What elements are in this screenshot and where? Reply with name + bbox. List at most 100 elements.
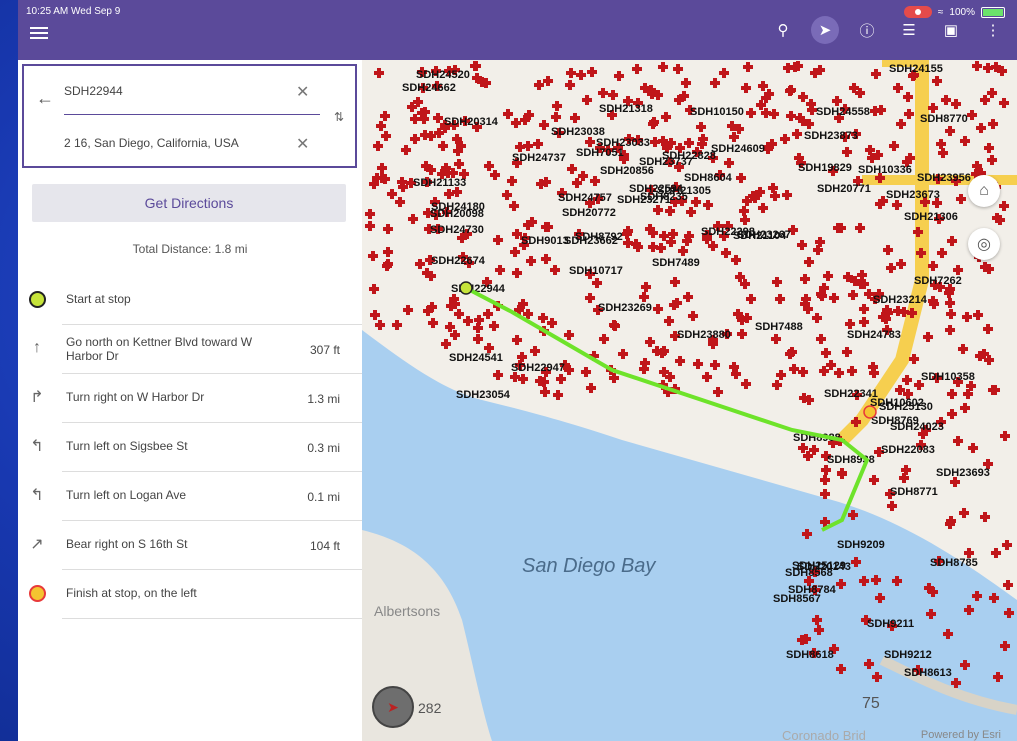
list-item[interactable]: Start at stop	[28, 276, 362, 325]
point-label: SDH8771	[890, 486, 938, 498]
point-label: SDH22947	[511, 362, 565, 374]
point-label: SDH24609	[711, 143, 765, 155]
camera-icon[interactable]: ▣	[937, 16, 965, 44]
point-label: SDH7262	[914, 275, 962, 287]
point-label: SDH24737	[512, 152, 566, 164]
point-label: SDH21133	[413, 177, 466, 189]
toolbar-actions: ⚲ ➤ ⓘ ☰ ▣ ⋮	[769, 16, 1007, 44]
turn-right-icon: ↱	[30, 389, 44, 406]
point-label: SDH9209	[837, 539, 885, 551]
bay-label: San Diego Bay	[522, 555, 656, 577]
finish-stop-icon	[28, 584, 46, 602]
list-item[interactable]: Finish at stop, on the left	[28, 570, 362, 619]
point-label: SDH20772	[562, 207, 616, 219]
point-label: SDH24520	[416, 69, 470, 81]
search-icon[interactable]: ⚲	[769, 16, 797, 44]
point-label: SDH8618	[786, 649, 834, 661]
point-label: SDH23693	[936, 467, 990, 479]
scale-value: 75	[862, 695, 880, 712]
place-label: Albertsons	[374, 603, 440, 619]
total-distance: Total Distance: 1.8 mi	[132, 242, 248, 256]
point-label: SDH7489	[652, 257, 700, 269]
back-arrow-icon[interactable]: ←	[36, 88, 54, 109]
origin-field[interactable]: SDH22944	[64, 84, 123, 98]
point-label: SDH8613	[904, 667, 952, 679]
attribution-text: Powered by Esri	[920, 729, 1001, 741]
point-label: SDH20771	[817, 183, 871, 195]
step-distance: 104 ft	[309, 539, 340, 553]
point-label: SDH9212	[884, 649, 932, 661]
point-label: SDH21305	[657, 185, 711, 197]
point-label: SDH10336	[858, 164, 912, 176]
point-label: SDH24783	[847, 329, 901, 341]
point-label: SDH19829	[798, 162, 852, 174]
clear-origin-icon[interactable]: ✕	[296, 82, 309, 102]
directions-panel: ← SDH22944 ✕ ⇅ 2 16, San Diego, Californ…	[18, 60, 362, 741]
point-label: SDH8604	[684, 172, 733, 184]
point-label: SDH23038	[551, 126, 605, 138]
list-item[interactable]: ↗ Bear right on S 16th St 104 ft	[30, 521, 362, 570]
point-label: SDH20098	[430, 208, 484, 220]
point-label: SDH7488	[755, 321, 803, 333]
clear-destination-icon[interactable]: ✕	[296, 134, 309, 154]
point-label: SDH9211	[867, 618, 914, 630]
get-directions-button[interactable]: Get Directions	[32, 184, 346, 222]
finish-marker	[863, 405, 877, 419]
start-stop-icon	[28, 290, 46, 308]
point-label: SDH24541	[449, 352, 503, 364]
directions-icon[interactable]: ➤	[811, 16, 839, 44]
more-icon[interactable]: ⋮	[979, 16, 1007, 44]
route-input-box: ← SDH22944 ✕ ⇅ 2 16, San Diego, Californ…	[22, 64, 357, 168]
list-item[interactable]: ↑ Go north on Kettner Blvd toward W Harb…	[33, 325, 362, 374]
point-label: SDH23873	[804, 130, 858, 142]
home-icon[interactable]: ⌂	[968, 175, 1000, 207]
point-label: SDH8770	[920, 113, 968, 125]
point-label: SDH21318	[599, 103, 653, 115]
bear-right-icon: ↗	[30, 536, 44, 553]
layers-icon[interactable]: ☰	[895, 16, 923, 44]
step-distance: 1.3 mi	[307, 392, 340, 406]
turn-left-icon: ↰	[30, 438, 44, 455]
point-label: SDH10150	[690, 106, 744, 118]
point-label: SDH20314	[444, 116, 499, 128]
hamburger-menu-icon[interactable]	[30, 24, 48, 39]
point-label: SDH23269	[598, 302, 652, 314]
direction-steps: Start at stop ↑ Go north on Kettner Blvd…	[18, 276, 362, 619]
point-label: SDH23956	[917, 172, 971, 184]
point-label: SDH8784	[788, 584, 837, 596]
point-label: SDH22674	[431, 255, 486, 267]
point-label: SDH21306	[904, 211, 958, 223]
swap-icon[interactable]: ⇅	[334, 110, 344, 124]
status-time: 10:25 AM Wed Sep 9	[26, 6, 121, 17]
place-label: Coronado Brid	[782, 728, 866, 741]
point-label: SDH10358	[921, 371, 975, 383]
start-marker	[459, 281, 473, 295]
map-view[interactable]: SDH24783 SDH24520 SDH23956 SDH23673 SDH24155…	[362, 60, 1017, 741]
step-text: Turn left on Sigsbee St	[66, 439, 188, 453]
point-label: SDH23673	[886, 189, 940, 201]
point-label: SDH23662	[564, 235, 618, 247]
step-distance: 0.3 mi	[307, 441, 340, 455]
list-item[interactable]: ↰ Turn left on Sigsbee St 0.3 mi	[30, 423, 362, 472]
point-label: SDH9013	[521, 235, 569, 247]
point-label: SDH24757	[558, 192, 612, 204]
point-label: SDH8785	[930, 557, 978, 569]
locate-icon[interactable]: ◎	[968, 228, 1000, 260]
list-item[interactable]: ↰ Turn left on Logan Ave 0.1 mi	[30, 472, 362, 521]
point-label: SDH24662	[402, 82, 456, 94]
point-label: SDH22083	[881, 444, 935, 456]
step-distance: 307 ft	[309, 343, 340, 357]
info-icon[interactable]: ⓘ	[853, 16, 881, 44]
app-toolbar: 10:25 AM Wed Sep 9 ≈ 100% ⚲ ➤ ⓘ ☰ ▣ ⋮	[18, 0, 1017, 60]
step-text: Finish at stop, on the left	[66, 586, 197, 600]
destination-field[interactable]: 2 16, San Diego, California, USA	[64, 136, 239, 150]
map-canvas[interactable]: SDH24783 SDH24520 SDH23956 SDH23673 SDH24155…	[362, 60, 1017, 741]
point-label: SDH23880	[677, 329, 731, 341]
point-label: SDH10717	[569, 265, 623, 277]
list-item[interactable]: ↱ Turn right on W Harbor Dr 1.3 mi	[30, 374, 362, 423]
step-text: Go north on Kettner Blvd toward W Harbor…	[66, 335, 253, 363]
step-text: Turn right on W Harbor Dr	[66, 390, 205, 404]
compass-icon[interactable]: ➤	[372, 686, 414, 728]
turn-left-icon: ↰	[30, 487, 44, 504]
ipad-screen: 10:25 AM Wed Sep 9 ≈ 100% ⚲ ➤ ⓘ ☰ ▣ ⋮ ← …	[18, 0, 1017, 741]
